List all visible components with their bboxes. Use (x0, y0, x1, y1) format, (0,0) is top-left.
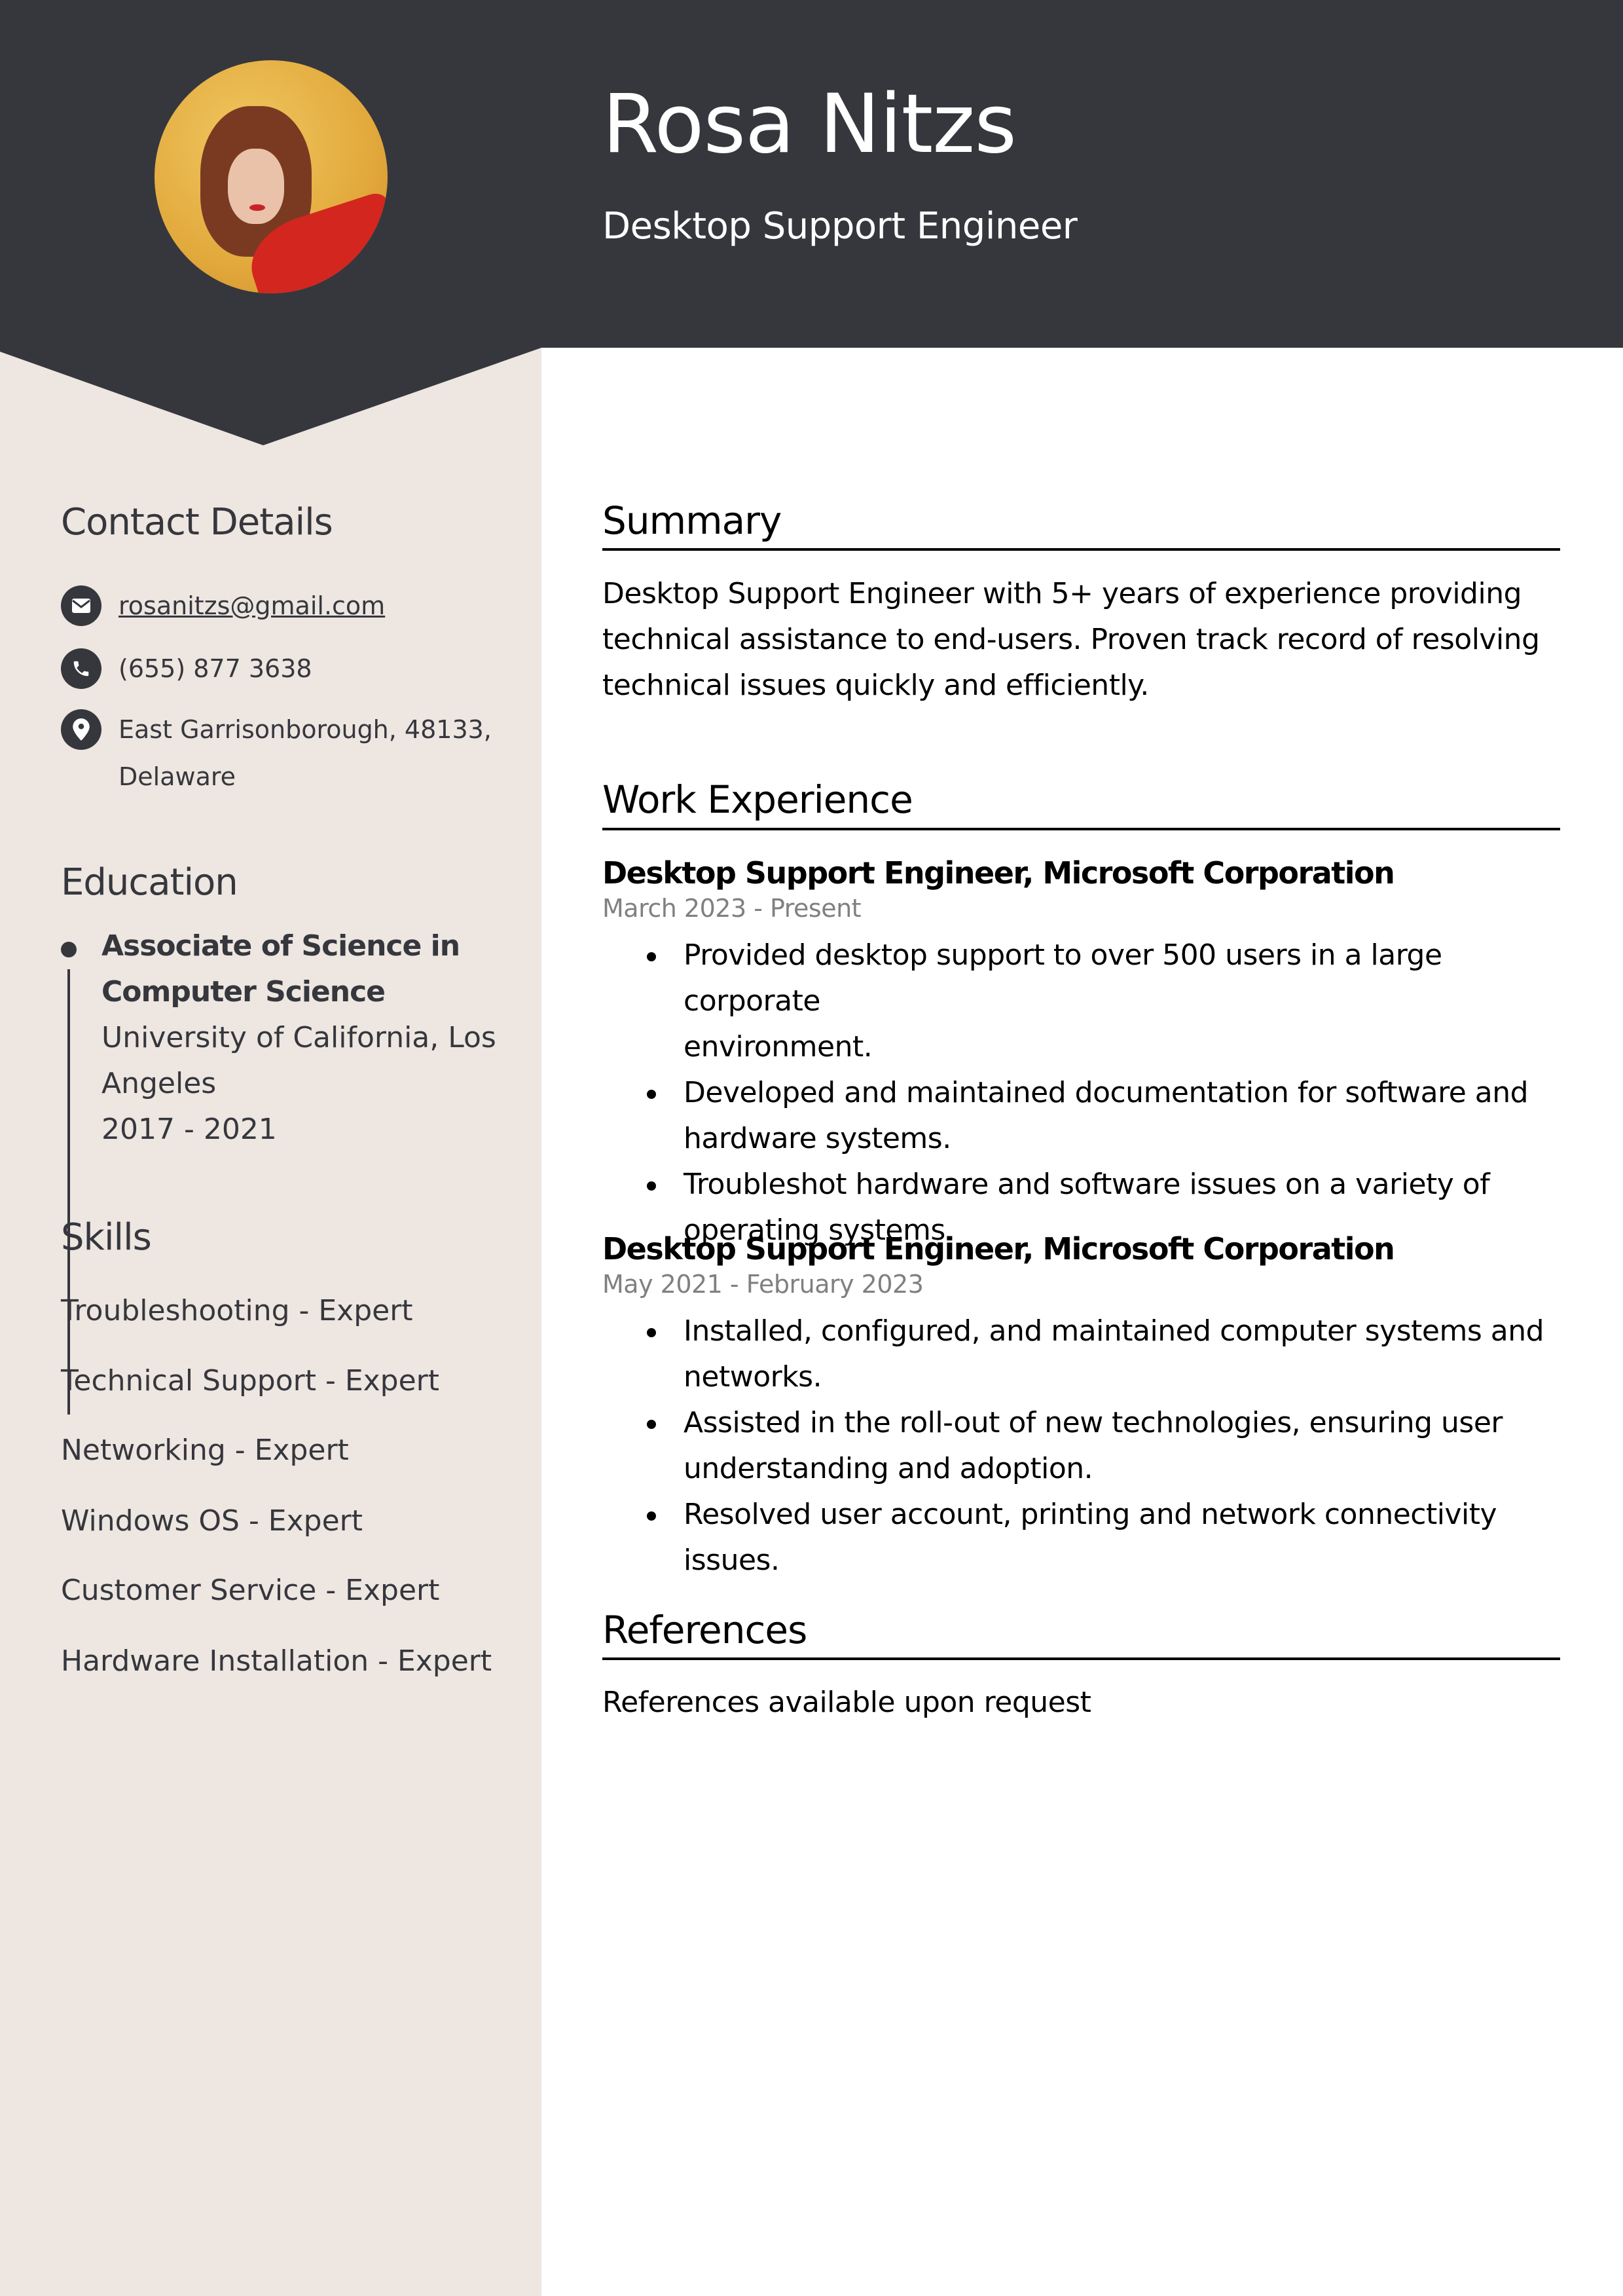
experience-heading: Work Experience (602, 777, 913, 822)
references-divider (602, 1657, 1560, 1660)
contact-heading: Contact Details (61, 501, 333, 544)
summary-text: Desktop Support Engineer with 5+ years o… (602, 571, 1560, 709)
timeline-line (67, 969, 70, 1415)
candidate-title: Desktop Support Engineer (602, 205, 1078, 248)
contact-address: East Garrisonborough, 48133, Delaware (61, 709, 492, 800)
job-dates: May 2021 - February 2023 (602, 1270, 924, 1299)
job-bullet: Resolved user account, printing and netw… (647, 1492, 1560, 1583)
job-bullet: Installed, configured, and maintained co… (647, 1308, 1560, 1400)
job-title: Desktop Support Engineer, Microsoft Corp… (602, 855, 1395, 891)
address-line-2: Delaware (119, 762, 236, 791)
job-title: Desktop Support Engineer, Microsoft Corp… (602, 1231, 1395, 1267)
job-entry: Desktop Support Engineer, Microsoft Corp… (602, 858, 1560, 1253)
school-line-1: University of California, Los (101, 1021, 496, 1054)
job-bullet: Developed and maintained documentation f… (647, 1070, 1560, 1162)
summary-line: technical issues quickly and efficiently… (602, 669, 1149, 702)
references-text: References available upon request (602, 1686, 1091, 1719)
skill-item: Hardware Installation - Expert (61, 1644, 492, 1678)
references-heading: References (602, 1608, 807, 1652)
header-chevron (0, 346, 541, 445)
phone-number: (655) 877 3638 (119, 654, 312, 683)
job-bullet: Provided desktop support to over 500 use… (647, 933, 1560, 1070)
job-dates: March 2023 - Present (602, 894, 862, 923)
timeline-dot (61, 942, 77, 957)
job-bullet: Assisted in the roll-out of new technolo… (647, 1400, 1560, 1492)
skills-heading: Skills (61, 1216, 152, 1259)
phone-icon (61, 648, 101, 689)
address-line-1: East Garrisonborough, 48133, (119, 715, 492, 744)
contact-phone: (655) 877 3638 (61, 648, 312, 692)
candidate-name: Rosa Nitzs (602, 77, 1017, 172)
summary-line: technical assistance to end-users. Prove… (602, 623, 1540, 656)
skill-item: Networking - Expert (61, 1434, 349, 1467)
contact-email[interactable]: rosanitzs@gmail.com (61, 585, 385, 629)
degree-line-2: Computer Science (101, 975, 386, 1009)
summary-line: Desktop Support Engineer with 5+ years o… (602, 577, 1522, 610)
skill-item: Troubleshooting - Expert (61, 1294, 413, 1327)
education-years: 2017 - 2021 (101, 1113, 277, 1146)
envelope-icon (61, 585, 101, 626)
skill-item: Customer Service - Expert (61, 1574, 440, 1607)
job-entry: Desktop Support Engineer, Microsoft Corp… (602, 1234, 1560, 1583)
email-link[interactable]: rosanitzs@gmail.com (119, 591, 385, 620)
location-pin-icon (61, 709, 101, 750)
skill-item: Windows OS - Expert (61, 1504, 363, 1538)
experience-divider (602, 828, 1560, 830)
summary-heading: Summary (602, 498, 782, 543)
school-line-2: Angeles (101, 1067, 217, 1100)
education-heading: Education (61, 861, 238, 904)
skill-item: Technical Support - Expert (61, 1364, 439, 1398)
degree-line-1: Associate of Science in (101, 929, 460, 963)
profile-photo (155, 60, 388, 293)
summary-divider (602, 548, 1560, 551)
